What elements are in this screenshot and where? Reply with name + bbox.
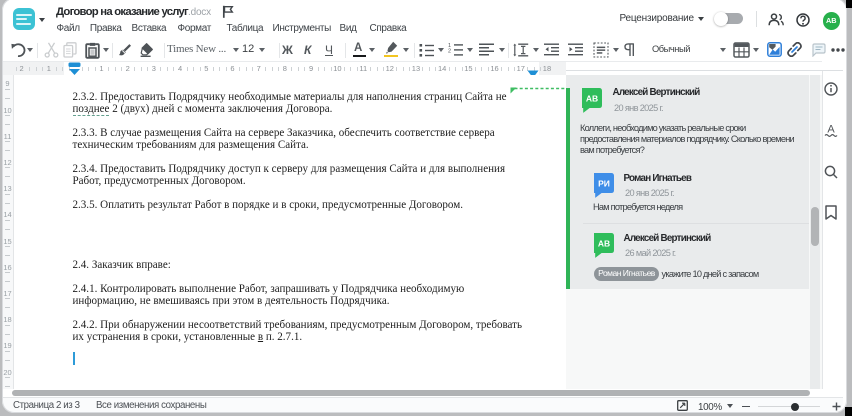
svg-text:2: 2 [448, 49, 451, 55]
svg-text:АВ: АВ [598, 239, 610, 249]
svg-text:АВ: АВ [586, 94, 598, 104]
svg-text:A: A [827, 124, 835, 136]
svg-text:РИ: РИ [598, 179, 610, 189]
